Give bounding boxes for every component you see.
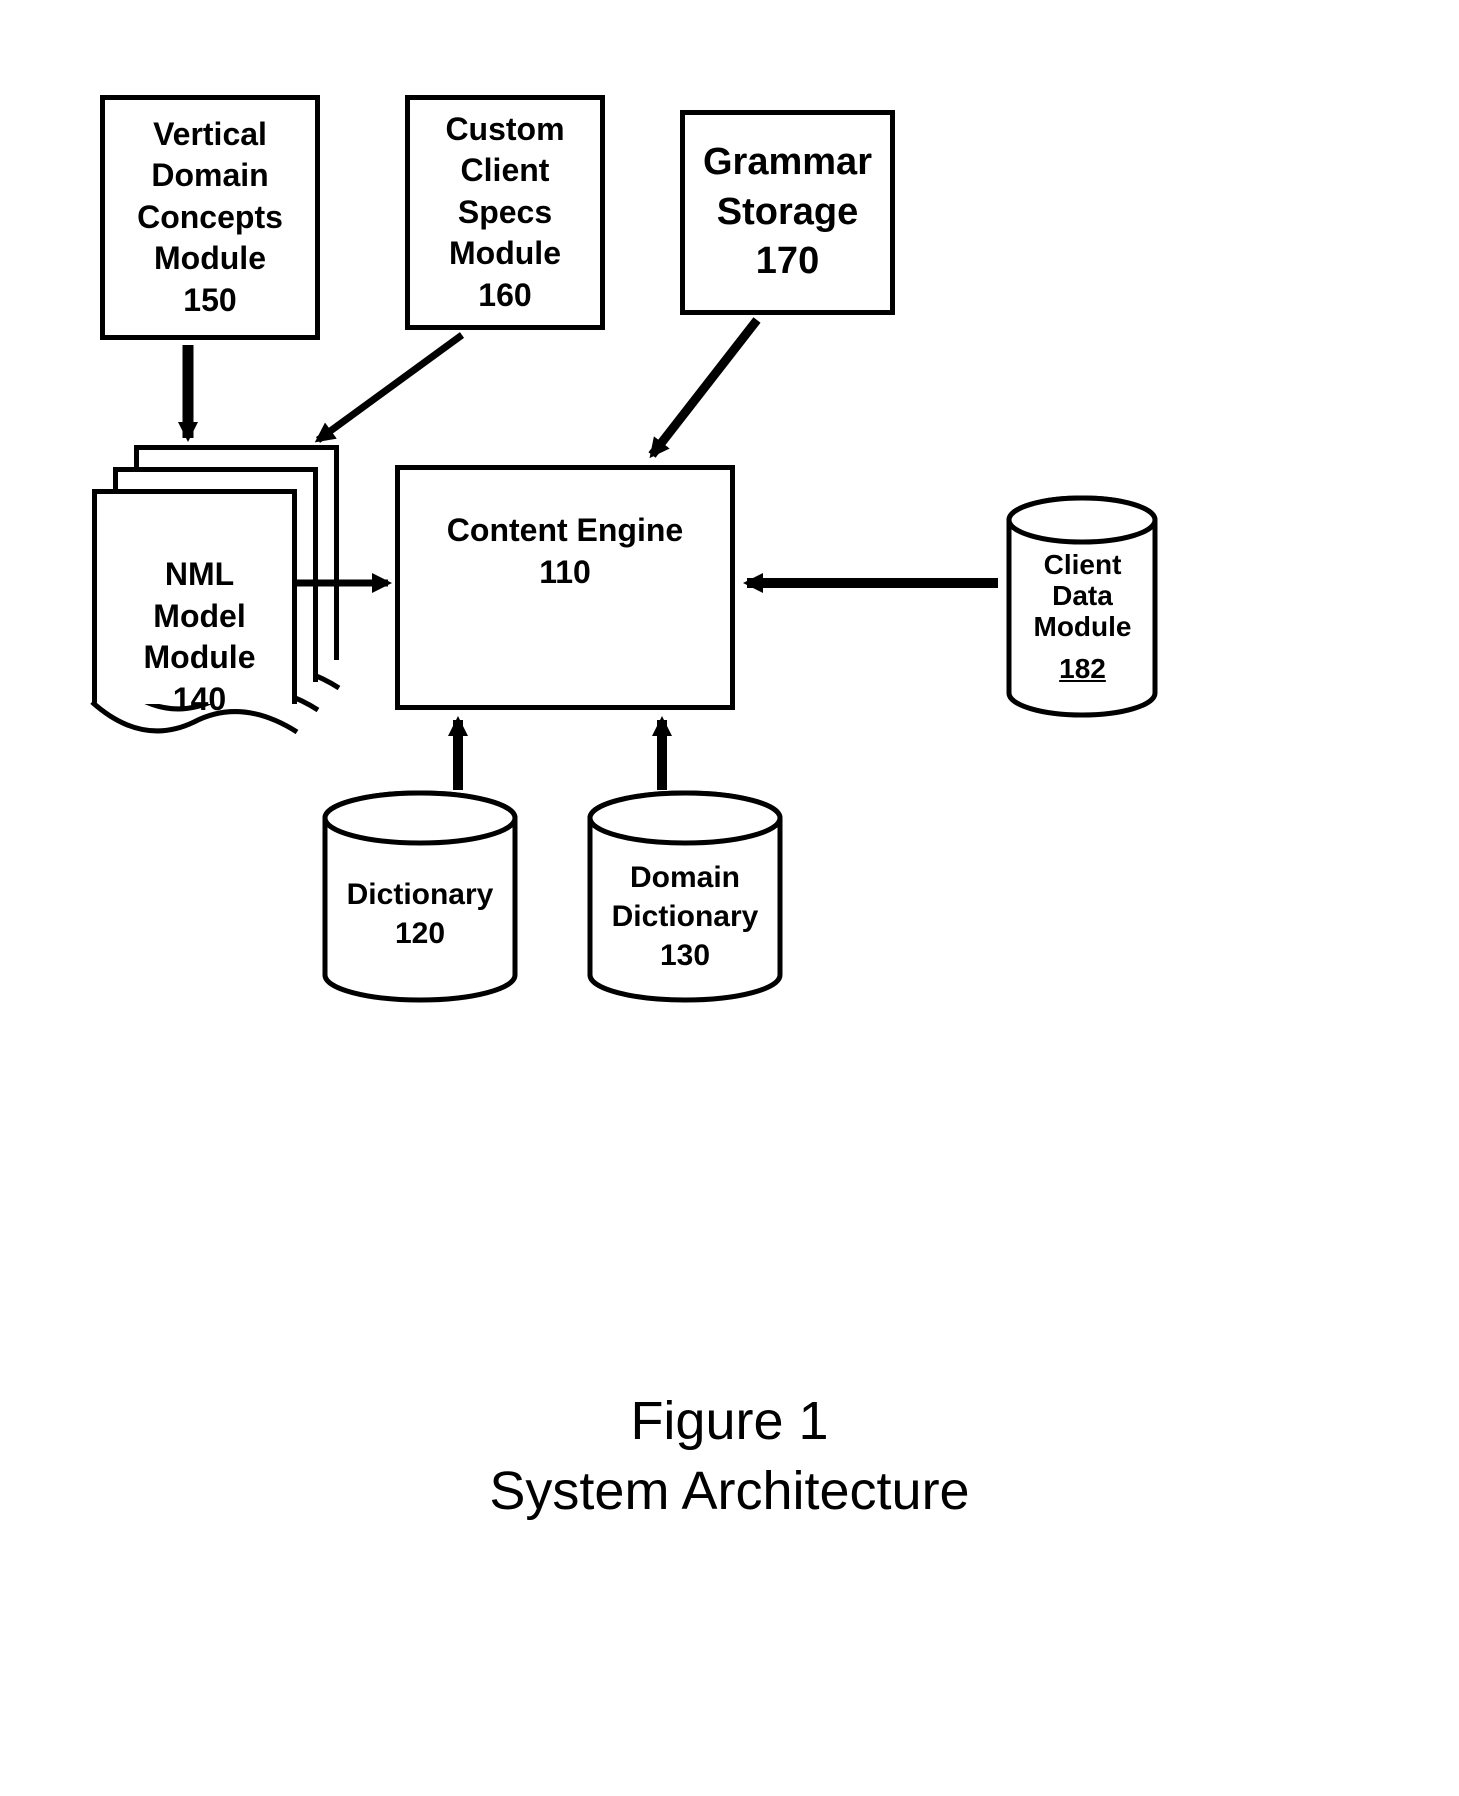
arrows-layer: [0, 0, 1459, 1100]
figure-title: System Architecture: [0, 1460, 1459, 1522]
figure-number: Figure 1: [0, 1390, 1459, 1452]
